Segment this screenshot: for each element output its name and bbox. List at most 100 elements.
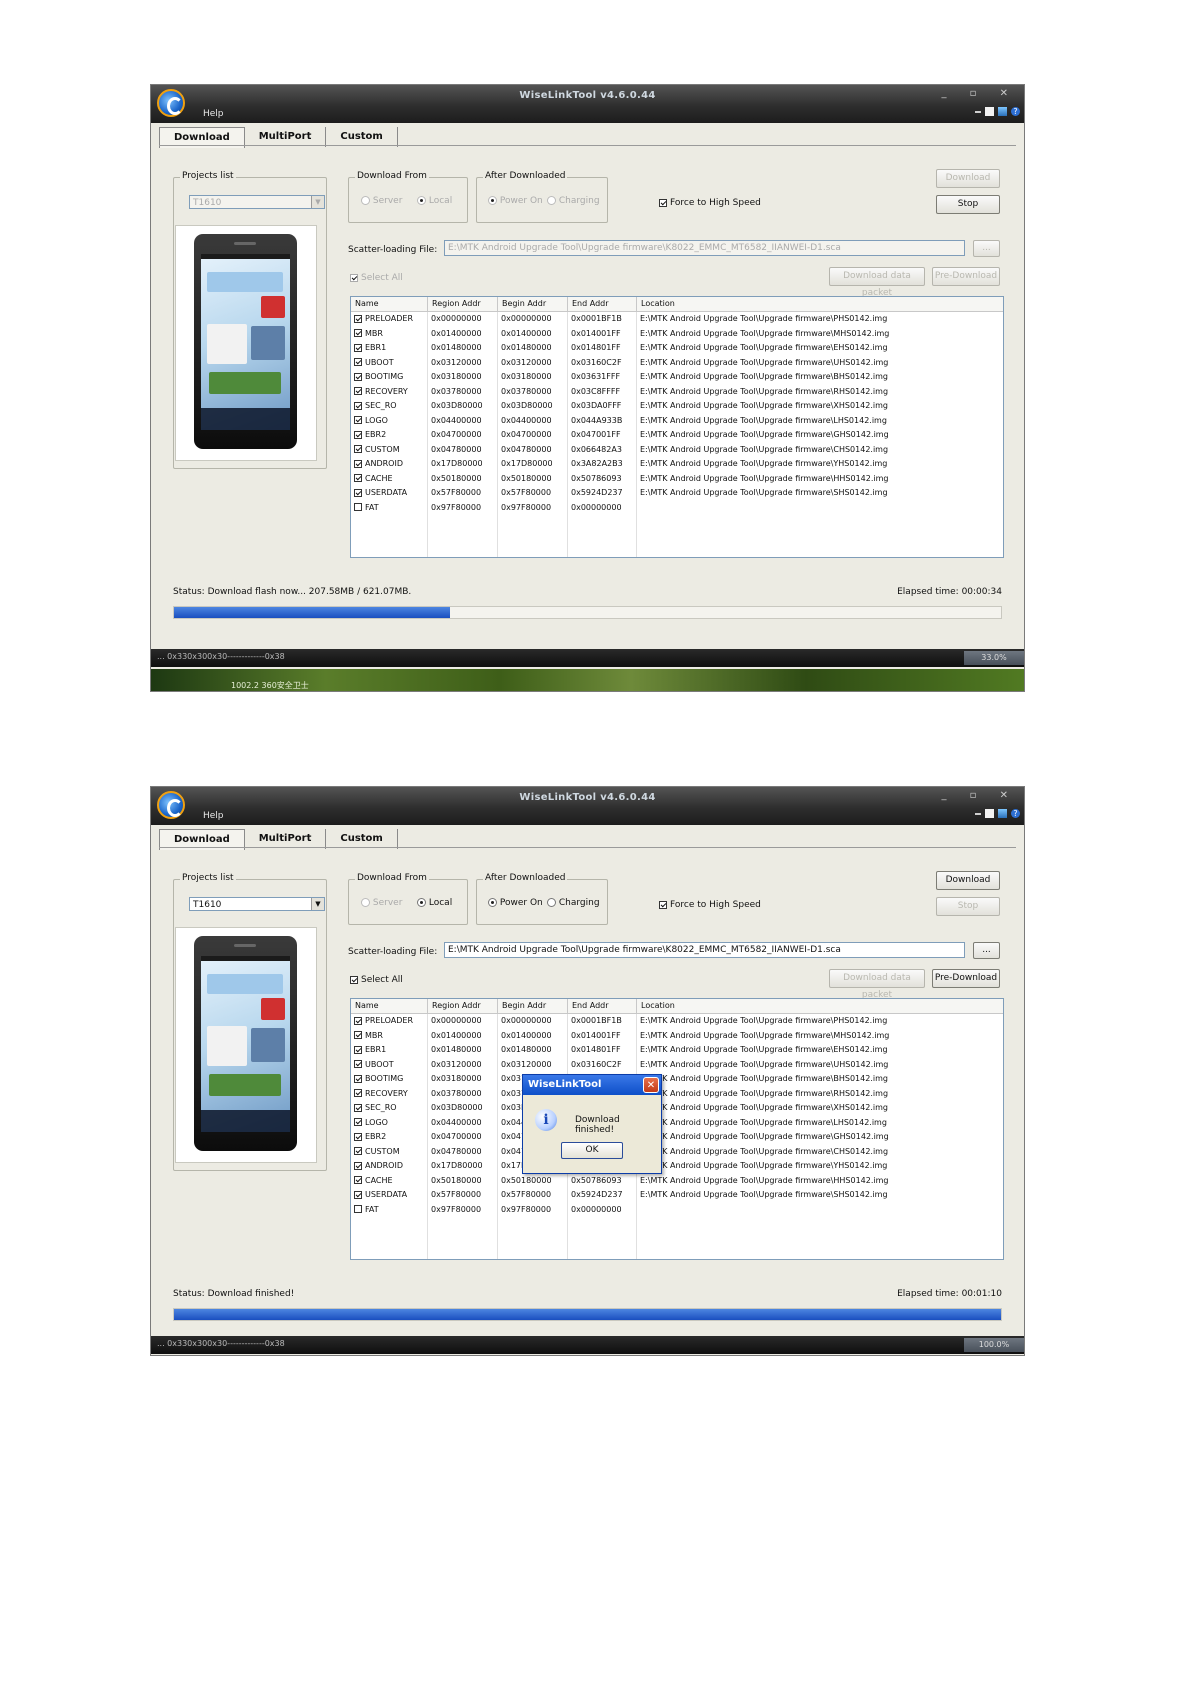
table-row[interactable]: USERDATA 0x57F80000 0x57F80000 0x5924D237 E:…: [351, 486, 1003, 501]
table-row[interactable]: EBR20x047000000x047000000x047001FFE:\MTK…: [351, 1130, 1003, 1145]
network-icon[interactable]: [998, 107, 1007, 116]
column-header-begin[interactable]: Begin Addr: [498, 297, 568, 311]
radio-circle[interactable]: [417, 196, 426, 205]
chevron-down-icon[interactable]: ▼: [311, 196, 324, 208]
partition-checkbox[interactable]: [354, 430, 362, 439]
partition-checkbox[interactable]: [354, 445, 362, 453]
partition-checkbox[interactable]: [354, 1132, 362, 1141]
radio-circle[interactable]: [547, 898, 556, 907]
partition-checkbox[interactable]: [354, 1016, 362, 1025]
square-icon[interactable]: [985, 809, 994, 818]
table-row[interactable]: UBOOT 0x03120000 0x03120000 0x03160C2F E:\MT…: [351, 1057, 1003, 1072]
radio-local[interactable]: Local: [417, 898, 452, 908]
table-row[interactable]: [351, 1217, 1003, 1232]
partition-checkbox[interactable]: [354, 314, 362, 323]
radio-server[interactable]: Server: [361, 196, 402, 206]
partition-checkbox[interactable]: [354, 1045, 362, 1054]
help-icon[interactable]: ?: [1011, 107, 1020, 116]
help-menu[interactable]: Help: [203, 109, 224, 119]
scatter-file-input[interactable]: E:\MTK Android Upgrade Tool\Upgrade firm…: [444, 240, 965, 256]
column-header-name[interactable]: Name: [351, 999, 428, 1013]
table-row[interactable]: SEC_RO0x03D800000x03D800000x03DA0FFFE:\M…: [351, 1101, 1003, 1116]
radio-charging[interactable]: Charging: [547, 196, 600, 206]
network-icon[interactable]: [998, 809, 1007, 818]
window-controls[interactable]: _ ▫ ✕: [941, 790, 1018, 801]
table-row[interactable]: BOOTIMG0x031800000x031800000x03631FFFE:\…: [351, 1072, 1003, 1087]
partition-checkbox[interactable]: [354, 401, 362, 410]
tab-custom[interactable]: Custom: [326, 829, 398, 849]
partition-checkbox[interactable]: [354, 1205, 362, 1213]
column-header-location[interactable]: Location: [637, 999, 1003, 1013]
column-header-region[interactable]: Region Addr: [428, 999, 498, 1013]
stop-button[interactable]: Stop: [936, 195, 1000, 214]
table-row[interactable]: CACHE 0x50180000 0x50180000 0x50786093 E:\MT…: [351, 1173, 1003, 1188]
partition-checkbox[interactable]: [354, 1089, 362, 1097]
table-row[interactable]: RECOVERY0x037800000x037800000x03C8FFFFE:…: [351, 1086, 1003, 1101]
column-header-region[interactable]: Region Addr: [428, 297, 498, 311]
help-menu[interactable]: Help: [203, 811, 224, 821]
partition-checkbox[interactable]: [354, 1060, 362, 1068]
radio-circle[interactable]: [488, 196, 497, 205]
square-icon[interactable]: [985, 107, 994, 116]
close-icon[interactable]: ✕: [643, 1077, 659, 1093]
partition-checkbox[interactable]: [354, 474, 362, 482]
radio-circle[interactable]: [488, 898, 497, 907]
table-row[interactable]: MBR 0x01400000 0x01400000 0x014001FF E:\MTK …: [351, 326, 1003, 341]
partition-checkbox[interactable]: [354, 1103, 362, 1112]
stop-button[interactable]: Stop: [936, 897, 1000, 916]
table-row[interactable]: USERDATA 0x57F80000 0x57F80000 0x5924D237 E:…: [351, 1188, 1003, 1203]
table-row[interactable]: PRELOADER 0x00000000 0x00000000 0x0001BF1B E…: [351, 312, 1003, 327]
browse-button[interactable]: ...: [973, 240, 1000, 257]
chevron-down-icon[interactable]: ▼: [311, 898, 324, 910]
select-all-checkbox[interactable]: Select All: [350, 975, 403, 985]
partition-checkbox[interactable]: [354, 1176, 362, 1184]
radio-charging[interactable]: Charging: [547, 898, 600, 908]
table-row[interactable]: [351, 544, 1003, 557]
column-header-location[interactable]: Location: [637, 297, 1003, 311]
column-header-end[interactable]: End Addr: [568, 297, 637, 311]
table-row[interactable]: CUSTOM0x047800000x047800000x066482A3E:\M…: [351, 1144, 1003, 1159]
download-button[interactable]: Download: [936, 169, 1000, 188]
table-row[interactable]: FAT 0x97F80000 0x97F80000 0x00000000: [351, 1202, 1003, 1217]
checkbox-box[interactable]: [659, 198, 667, 207]
checkbox-box[interactable]: [659, 900, 667, 909]
radio-circle[interactable]: [547, 196, 556, 205]
partition-checkbox[interactable]: [354, 416, 362, 424]
radio-local[interactable]: Local: [417, 196, 452, 206]
table-row[interactable]: RECOVERY0x037800000x037800000x03C8FFFFE:…: [351, 384, 1003, 399]
table-row[interactable]: ANDROID0x17D800000x17D800000x3A82A2B3E:\…: [351, 457, 1003, 472]
table-row[interactable]: EBR1 0x01480000 0x01480000 0x014801FF E:\MTK…: [351, 341, 1003, 356]
table-row[interactable]: [351, 1246, 1003, 1259]
download-data-packet-button[interactable]: Download data packet: [829, 969, 925, 1000]
table-row[interactable]: UBOOT 0x03120000 0x03120000 0x03160C2F E:\MT…: [351, 355, 1003, 370]
table-row[interactable]: CACHE 0x50180000 0x50180000 0x50786093 E:\MT…: [351, 471, 1003, 486]
tab-multiport[interactable]: MultiPort: [245, 829, 327, 849]
table-row[interactable]: [351, 515, 1003, 530]
radio-power-on[interactable]: Power On: [488, 898, 543, 908]
tab-multiport[interactable]: MultiPort: [245, 127, 327, 147]
partition-checkbox[interactable]: [354, 459, 362, 468]
radio-circle[interactable]: [361, 898, 370, 907]
window-controls[interactable]: _ ▫ ✕: [941, 88, 1018, 99]
radio-circle[interactable]: [417, 898, 426, 907]
column-header-name[interactable]: Name: [351, 297, 428, 311]
partition-checkbox[interactable]: [354, 503, 362, 511]
table-row[interactable]: FAT 0x97F80000 0x97F80000 0x00000000: [351, 500, 1003, 515]
table-row[interactable]: LOGO0x044000000x044000000x044A933BE:\MTK…: [351, 413, 1003, 428]
partition-checkbox[interactable]: [354, 372, 362, 381]
pre-download-button[interactable]: Pre-Download: [932, 969, 1000, 988]
table-row[interactable]: ANDROID0x17D800000x17D800000x3A82A2B3E:\…: [351, 1159, 1003, 1174]
radio-power-on[interactable]: Power On: [488, 196, 543, 206]
partition-checkbox[interactable]: [354, 1031, 362, 1039]
select-all-checkbox[interactable]: Select All: [350, 273, 403, 283]
table-row[interactable]: LOGO0x044000000x044000000x044A933BE:\MTK…: [351, 1115, 1003, 1130]
partition-checkbox[interactable]: [354, 387, 362, 395]
minus-icon[interactable]: [975, 812, 981, 815]
force-high-speed-checkbox[interactable]: Force to High Speed: [659, 900, 761, 910]
tab-custom[interactable]: Custom: [326, 127, 398, 147]
table-row[interactable]: SEC_RO0x03D800000x03D800000x03DA0FFFE:\M…: [351, 399, 1003, 414]
table-row[interactable]: [351, 529, 1003, 544]
partition-checkbox[interactable]: [354, 488, 362, 497]
table-row[interactable]: [351, 1231, 1003, 1246]
project-select[interactable]: T1610 ▼: [189, 195, 325, 209]
